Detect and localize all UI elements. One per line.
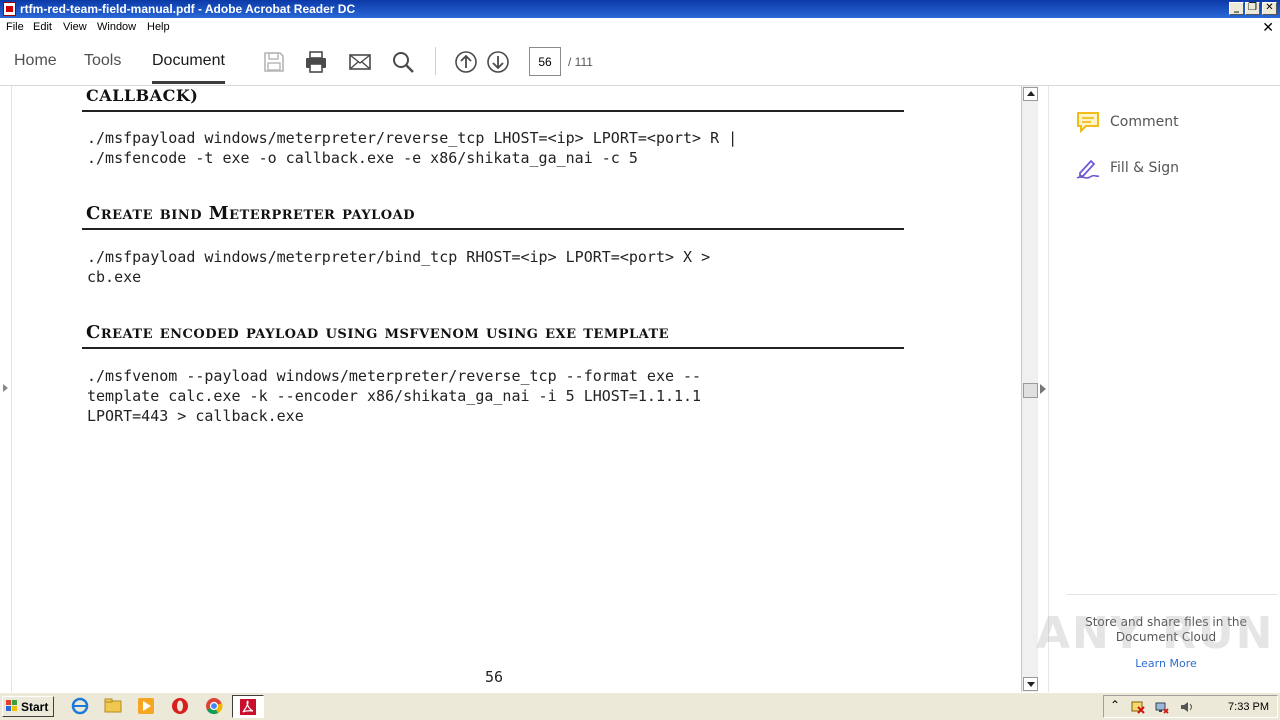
- fill-sign-icon: [1076, 159, 1100, 179]
- left-nav-pane-collapsed[interactable]: [0, 86, 12, 692]
- close-document-icon[interactable]: ✕: [1262, 19, 1274, 36]
- partial-heading: CALLBACK): [86, 86, 199, 105]
- collapse-right-pane-icon[interactable]: [1040, 384, 1046, 394]
- scroll-down-button[interactable]: [1023, 677, 1038, 691]
- heading-rule: [82, 228, 904, 230]
- acrobat-app-icon: [3, 2, 16, 16]
- page-up-icon[interactable]: [454, 50, 478, 74]
- minimize-button[interactable]: _: [1229, 2, 1244, 15]
- start-button[interactable]: Start: [2, 696, 54, 717]
- taskbar-acrobat-button[interactable]: [232, 695, 264, 718]
- menu-file[interactable]: File: [6, 21, 24, 33]
- mail-icon[interactable]: [348, 50, 372, 74]
- search-icon[interactable]: [391, 50, 415, 74]
- expand-left-pane-icon[interactable]: [3, 384, 8, 392]
- internet-explorer-icon[interactable]: [71, 697, 89, 715]
- tab-document[interactable]: Document: [152, 52, 225, 84]
- pane-divider: [1067, 594, 1277, 595]
- comment-tool[interactable]: Comment: [1075, 110, 1275, 136]
- taskbar: Start ⌃ 7:33 PM: [0, 692, 1280, 720]
- file-explorer-icon[interactable]: [104, 697, 122, 715]
- opera-icon[interactable]: [171, 697, 189, 715]
- learn-more-link[interactable]: Learn More: [1069, 657, 1263, 670]
- vertical-scrollbar[interactable]: [1021, 86, 1038, 692]
- tab-home[interactable]: Home: [14, 52, 57, 70]
- code-block: ./msfpayload windows/meterpreter/bind_tc…: [87, 248, 711, 286]
- action-center-icon[interactable]: [1131, 700, 1145, 714]
- section-heading: Create bind Meterpreter payload: [86, 203, 415, 224]
- page-number-input[interactable]: [529, 47, 561, 76]
- menu-help[interactable]: Help: [147, 21, 170, 33]
- system-tray: ⌃ 7:33 PM: [1103, 695, 1278, 718]
- comment-tool-label: Comment: [1110, 114, 1179, 130]
- document-cloud-text: Store and share files in the Document Cl…: [1085, 615, 1247, 644]
- scroll-thumb[interactable]: [1023, 383, 1038, 398]
- title-bar: rtfm-red-team-field-manual.pdf - Adobe A…: [0, 0, 1280, 18]
- acrobat-icon: [240, 699, 256, 715]
- fill-sign-tool-label: Fill & Sign: [1110, 160, 1180, 176]
- document-view[interactable]: CALLBACK) ./msfpayload windows/meterpret…: [0, 86, 1021, 692]
- start-label: Start: [21, 700, 49, 714]
- taskbar-clock[interactable]: 7:33 PM: [1228, 701, 1269, 713]
- restore-button[interactable]: ❐: [1245, 2, 1260, 15]
- menu-edit[interactable]: Edit: [33, 21, 52, 33]
- toolbar: Home Tools Document / 111: [0, 38, 1280, 86]
- page-total: / 111: [568, 55, 593, 69]
- code-block: ./msfpayload windows/meterpreter/reverse…: [87, 129, 738, 167]
- print-icon[interactable]: [304, 50, 328, 74]
- code-block: ./msfvenom --payload windows/meterpreter…: [87, 367, 702, 425]
- menu-bar: File Edit View Window Help ✕: [0, 18, 1280, 38]
- menu-window[interactable]: Window: [97, 21, 136, 33]
- chrome-icon[interactable]: [205, 697, 223, 715]
- menu-view[interactable]: View: [63, 21, 87, 33]
- fill-sign-tool[interactable]: Fill & Sign: [1075, 156, 1275, 182]
- window-title: rtfm-red-team-field-manual.pdf - Adobe A…: [20, 2, 356, 16]
- page-down-icon[interactable]: [486, 50, 510, 74]
- page-number-footer: 56: [485, 668, 504, 686]
- windows-logo-icon: [6, 700, 17, 711]
- network-icon[interactable]: [1155, 700, 1169, 714]
- toolbar-separator: [435, 47, 436, 75]
- heading-rule: [82, 347, 904, 349]
- tab-tools[interactable]: Tools: [84, 52, 121, 70]
- scroll-up-button[interactable]: [1023, 87, 1038, 101]
- heading-rule: [82, 110, 904, 112]
- tools-pane: Comment Fill & Sign Store and share file…: [1048, 86, 1280, 692]
- media-player-icon[interactable]: [137, 697, 155, 715]
- close-window-button[interactable]: ✕: [1262, 2, 1277, 15]
- show-hidden-icons-icon[interactable]: ⌃: [1110, 698, 1120, 712]
- save-icon[interactable]: [262, 50, 286, 74]
- volume-icon[interactable]: [1180, 700, 1194, 714]
- section-heading: Create encoded payload using msfvenom us…: [86, 322, 670, 343]
- comment-icon: [1077, 112, 1099, 134]
